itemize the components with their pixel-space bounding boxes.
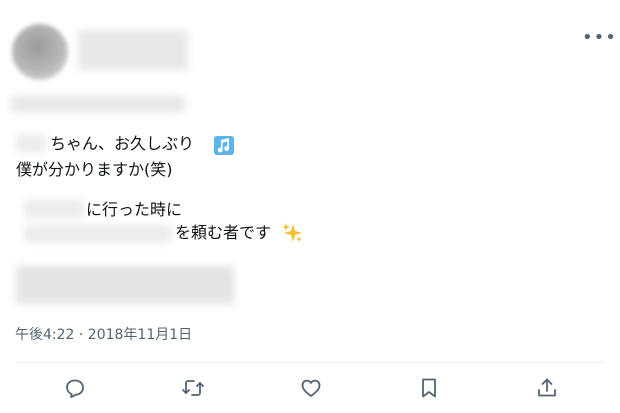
redacted-place <box>24 200 84 218</box>
sparkles-emoji <box>281 222 303 244</box>
tweet-line-2: 僕が分かりますか(笑) <box>16 160 173 179</box>
redacted-name <box>16 134 46 152</box>
reply-icon <box>66 379 84 398</box>
redacted-item <box>24 225 172 243</box>
avatar[interactable] <box>12 24 68 80</box>
retweet-button[interactable] <box>181 376 205 400</box>
tweet-line-1: ちゃん、お久しぶり <box>50 134 195 153</box>
redacted-block <box>16 266 234 304</box>
divider <box>15 362 605 363</box>
share-button[interactable] <box>535 376 559 400</box>
musical-note-emoji <box>212 134 236 156</box>
reply-button[interactable] <box>63 376 87 400</box>
display-name-redacted[interactable] <box>78 30 188 70</box>
bookmark-icon <box>422 378 436 398</box>
like-icon <box>301 379 321 397</box>
retweet-icon <box>182 380 204 396</box>
more-horizontal-icon: ••• <box>582 27 617 48</box>
tweet-line-3: に行った時に <box>86 200 183 219</box>
like-button[interactable] <box>299 376 323 400</box>
redacted-line <box>12 96 184 112</box>
tweet-line-4: を頼む者です <box>175 223 272 242</box>
share-icon <box>538 378 556 397</box>
tweet-timestamp[interactable]: 午後4:22 · 2018年11月1日 <box>15 325 192 345</box>
bookmark-button[interactable] <box>417 376 441 400</box>
more-options-button[interactable]: ••• <box>582 28 616 48</box>
